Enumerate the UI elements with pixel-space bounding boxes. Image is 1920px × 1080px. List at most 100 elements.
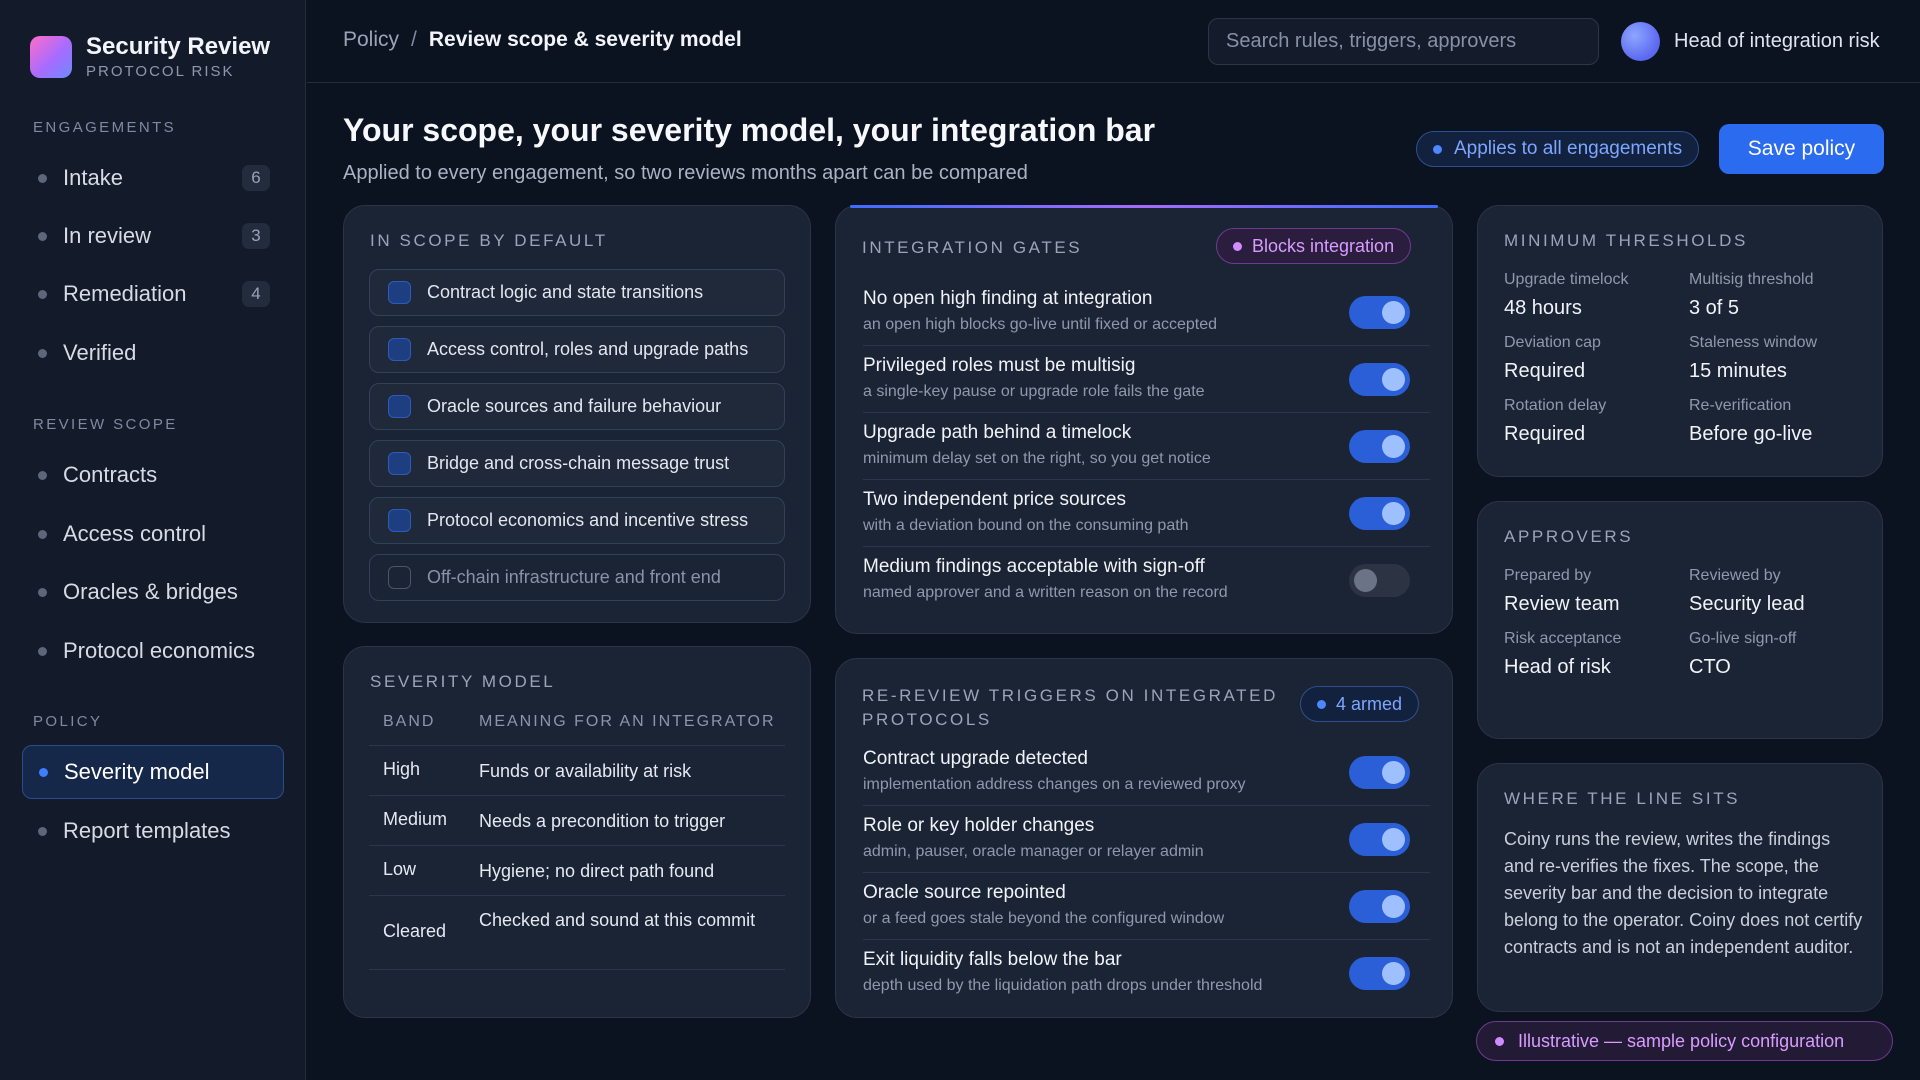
card-title: SEVERITY MODEL bbox=[370, 672, 556, 691]
sidebar-item-access-control[interactable]: Access control bbox=[22, 507, 284, 561]
table-row: Medium Needs a precondition to trigger bbox=[369, 795, 785, 845]
scope-item-label: Access control, roles and upgrade paths bbox=[427, 339, 749, 359]
scope-item[interactable]: Off-chain infrastructure and front end bbox=[369, 554, 785, 601]
scope-item[interactable]: Protocol economics and incentive stress bbox=[369, 497, 785, 544]
breadcrumb-parent[interactable]: Policy bbox=[343, 28, 399, 52]
approver-role: Risk acceptance bbox=[1504, 630, 1622, 647]
checkbox[interactable] bbox=[388, 566, 411, 589]
checkbox[interactable] bbox=[388, 338, 411, 361]
approver-name: CTO bbox=[1689, 656, 1731, 678]
bullet-icon bbox=[39, 767, 48, 777]
band-cell: Cleared bbox=[383, 921, 447, 941]
meaning-cell: Funds or availability at risk bbox=[479, 761, 692, 781]
sidebar-item-protocol-economics[interactable]: Protocol economics bbox=[22, 624, 284, 678]
gate-description: minimum delay set on the right, so you g… bbox=[863, 450, 1211, 467]
bullet-icon bbox=[38, 646, 47, 656]
trigger-title: Oracle source repointed bbox=[863, 882, 1066, 903]
user-menu[interactable]: Head of integration risk bbox=[1621, 22, 1880, 61]
badge-label: 4 armed bbox=[1336, 693, 1403, 714]
checkbox[interactable] bbox=[388, 452, 411, 475]
applies-badge-label: Applies to all engagements bbox=[1454, 138, 1683, 159]
bullet-icon bbox=[38, 529, 47, 539]
sidebar-item-label: Report templates bbox=[63, 818, 231, 843]
checkbox[interactable] bbox=[388, 395, 411, 418]
line-description: Coiny runs the review, writes the findin… bbox=[1504, 829, 1863, 957]
approvers-card: APPROVERS Prepared by Review team Review… bbox=[1477, 501, 1883, 739]
user-name: Head of integration risk bbox=[1674, 30, 1880, 52]
search-input[interactable] bbox=[1208, 18, 1599, 65]
sidebar-item-intake[interactable]: Intake 6 bbox=[22, 151, 284, 205]
checkbox[interactable] bbox=[388, 281, 411, 304]
sidebar-item-verified[interactable]: Verified bbox=[22, 326, 284, 380]
gate-toggle[interactable] bbox=[1349, 296, 1410, 329]
trigger-toggle[interactable] bbox=[1349, 957, 1410, 990]
gate-toggle[interactable] bbox=[1349, 564, 1410, 597]
trigger-toggle[interactable] bbox=[1349, 890, 1410, 923]
trigger-row: Oracle source repointed or a feed goes s… bbox=[863, 873, 1430, 940]
scope-item-label: Bridge and cross-chain message trust bbox=[427, 453, 730, 473]
threshold-value: 15 minutes bbox=[1689, 360, 1787, 382]
nav-section-review-scope: REVIEW SCOPE bbox=[33, 416, 178, 433]
sidebar-item-remediation[interactable]: Remediation 4 bbox=[22, 267, 284, 321]
threshold-key: Multisig threshold bbox=[1689, 271, 1814, 288]
card-title: IN SCOPE BY DEFAULT bbox=[370, 231, 608, 250]
card-title-line: PROTOCOLS bbox=[862, 710, 992, 729]
card-title-line: RE-REVIEW TRIGGERS ON INTEGRATED bbox=[862, 686, 1278, 705]
checkbox[interactable] bbox=[388, 509, 411, 532]
bullet-icon bbox=[38, 826, 47, 836]
gate-toggle[interactable] bbox=[1349, 363, 1410, 396]
scope-item[interactable]: Oracle sources and failure behaviour bbox=[369, 383, 785, 430]
sidebar-item-contracts[interactable]: Contracts bbox=[22, 448, 284, 502]
sidebar-item-severity-model[interactable]: Severity model bbox=[22, 745, 284, 799]
sidebar-item-in-review[interactable]: In review 3 bbox=[22, 209, 284, 263]
toggle-knob bbox=[1382, 761, 1405, 784]
sidebar-item-label: Remediation bbox=[63, 281, 187, 306]
gate-description: with a deviation bound on the consuming … bbox=[863, 517, 1189, 534]
bullet-icon bbox=[38, 231, 47, 241]
trigger-row: Exit liquidity falls below the bar depth… bbox=[863, 940, 1430, 1007]
gate-row: Medium findings acceptable with sign-off… bbox=[863, 547, 1430, 614]
trigger-toggle[interactable] bbox=[1349, 823, 1410, 856]
band-cell: Medium bbox=[383, 809, 448, 829]
badge-label: Blocks integration bbox=[1252, 235, 1395, 256]
card-accent-bar bbox=[850, 205, 1438, 208]
column-header-meaning: MEANING FOR AN INTEGRATOR bbox=[479, 713, 776, 730]
brand[interactable]: Security Review PROTOCOL RISK bbox=[30, 33, 270, 80]
gate-description: named approver and a written reason on t… bbox=[863, 584, 1228, 601]
threshold-key: Deviation cap bbox=[1504, 334, 1601, 351]
dot-icon bbox=[1495, 1036, 1504, 1046]
table-row: Low Hygiene; no direct path found bbox=[369, 845, 785, 895]
breadcrumb-current: Review scope & severity model bbox=[428, 28, 742, 51]
band-cell: Low bbox=[383, 859, 417, 879]
sidebar-item-oracles-bridges[interactable]: Oracles & bridges bbox=[22, 565, 284, 619]
approver-role: Go-live sign-off bbox=[1689, 630, 1797, 647]
scope-item[interactable]: Contract logic and state transitions bbox=[369, 269, 785, 316]
meaning-cell: Needs a precondition to trigger bbox=[479, 811, 726, 831]
brand-title: Security Review bbox=[86, 33, 271, 60]
where-the-line-sits-card: WHERE THE LINE SITS Coiny runs the revie… bbox=[1477, 763, 1883, 1012]
illustrative-badge: Illustrative — sample policy configurati… bbox=[1476, 1021, 1893, 1061]
applies-badge: Applies to all engagements bbox=[1416, 131, 1700, 167]
dot-icon bbox=[1233, 241, 1242, 251]
sidebar-item-report-templates[interactable]: Report templates bbox=[22, 804, 284, 858]
dot-icon bbox=[1317, 699, 1326, 709]
trigger-toggle[interactable] bbox=[1349, 756, 1410, 789]
threshold-key: Rotation delay bbox=[1504, 397, 1607, 414]
brand-subtitle: PROTOCOL RISK bbox=[86, 63, 235, 80]
save-policy-button[interactable]: Save policy bbox=[1719, 124, 1884, 174]
count-badge: 3 bbox=[242, 223, 270, 249]
card-title: MINIMUM THRESHOLDS bbox=[1504, 231, 1748, 250]
card-title: APPROVERS bbox=[1504, 527, 1634, 546]
gate-toggle[interactable] bbox=[1349, 497, 1410, 530]
gate-toggle[interactable] bbox=[1349, 430, 1410, 463]
trigger-description: or a feed goes stale beyond the configur… bbox=[863, 910, 1225, 927]
threshold-value: Required bbox=[1504, 360, 1586, 382]
threshold-key: Upgrade timelock bbox=[1504, 271, 1629, 288]
scope-item[interactable]: Access control, roles and upgrade paths bbox=[369, 326, 785, 373]
scope-item[interactable]: Bridge and cross-chain message trust bbox=[369, 440, 785, 487]
meaning-cell: Hygiene; no direct path found bbox=[479, 861, 715, 881]
minimum-thresholds-card: MINIMUM THRESHOLDS Upgrade timelock 48 h… bbox=[1477, 205, 1883, 477]
count-badge: 4 bbox=[242, 281, 270, 307]
illustrative-label: Illustrative — sample policy configurati… bbox=[1518, 1030, 1845, 1051]
meaning-cell: Checked and sound at this commit bbox=[479, 910, 756, 930]
